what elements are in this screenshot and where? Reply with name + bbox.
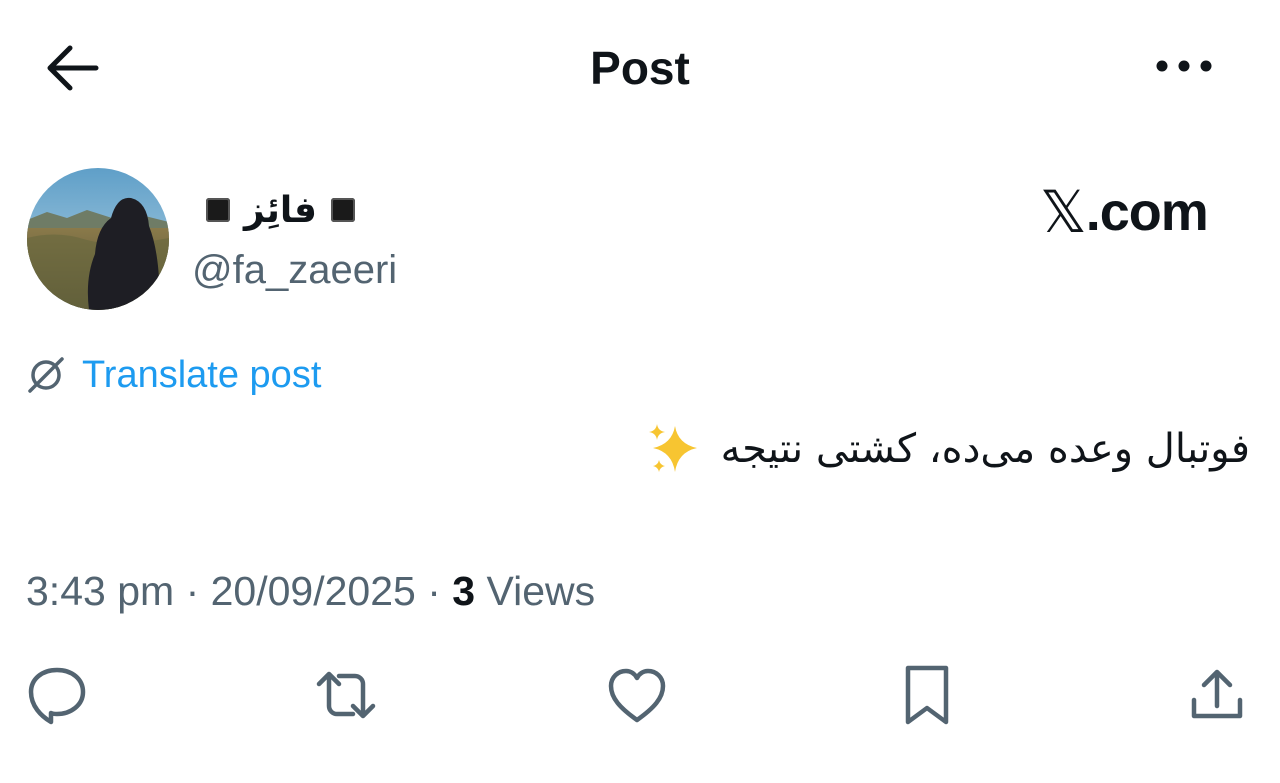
- heart-icon: [608, 668, 666, 723]
- black-square-emoji: [206, 198, 230, 222]
- more-button[interactable]: [1148, 44, 1220, 88]
- bookmark-button[interactable]: [892, 660, 962, 730]
- sparkles-emoji: [645, 420, 703, 478]
- black-square-emoji: [331, 198, 356, 222]
- views-count[interactable]: 3: [452, 568, 475, 614]
- page-title: Post: [590, 42, 690, 94]
- post-body: فوتبال وعده می‌ده، کشتی نتیجه: [720, 426, 1250, 472]
- like-button[interactable]: [602, 660, 672, 730]
- translate-post-label: Translate post: [82, 353, 322, 396]
- meta-separator: ·: [427, 568, 441, 614]
- author-name-row[interactable]: فائِز: [206, 184, 356, 236]
- globe-slash-icon: [28, 357, 64, 393]
- post-time[interactable]: 3:43 pm: [26, 568, 174, 614]
- repost-icon: [316, 671, 376, 719]
- meta-separator: ·: [185, 568, 200, 614]
- post-text: فوتبال وعده می‌ده، کشتی نتیجه: [645, 414, 1250, 484]
- profile-photo: [27, 168, 169, 310]
- reply-button[interactable]: [22, 660, 92, 730]
- post-meta: 3:43 pm · 20/09/2025 · 3 Views: [26, 563, 595, 619]
- author-name: فائِز: [244, 189, 318, 231]
- site-badge-text: .com: [1085, 182, 1209, 242]
- views-label[interactable]: Views: [487, 568, 596, 614]
- translate-post-link[interactable]: Translate post: [26, 350, 321, 400]
- author-handle[interactable]: @fa_zaeeri: [192, 244, 397, 296]
- bookmark-icon: [905, 665, 949, 725]
- post-date[interactable]: 20/09/2025: [211, 568, 416, 614]
- x-com-badge: 𝕏 .com: [1040, 178, 1209, 246]
- more-horizontal-icon: [1156, 60, 1212, 72]
- avatar[interactable]: [27, 168, 169, 310]
- reply-icon: [28, 667, 86, 725]
- sparkles-icon: [648, 424, 697, 472]
- x-logo-icon: 𝕏: [1040, 178, 1087, 246]
- share-icon: [1191, 669, 1243, 719]
- repost-button[interactable]: [311, 660, 381, 730]
- share-button[interactable]: [1182, 660, 1252, 730]
